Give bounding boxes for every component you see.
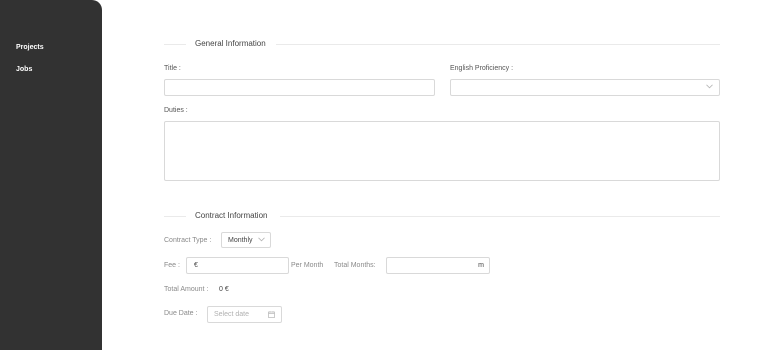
sidebar: Projects Jobs [0,0,102,350]
divider [276,44,720,45]
english-proficiency-select[interactable] [450,79,720,96]
contract-type-select[interactable]: Monthly [221,232,271,248]
total-months-input[interactable]: m [386,257,490,274]
title-label: Title : [164,65,181,72]
title-input[interactable] [164,79,435,96]
due-date-picker[interactable]: Select date [207,306,282,323]
chevron-down-icon [258,237,265,244]
sidebar-item-jobs[interactable]: Jobs [16,66,32,73]
per-month-label: Per Month [291,262,324,269]
fee-label: Fee : [164,262,180,269]
divider [164,216,186,217]
section-title: Contract Information [195,211,268,220]
duties-label: Duties : [164,107,188,114]
chevron-down-icon [706,84,713,91]
due-date-placeholder: Select date [214,311,250,318]
contract-information-header: Contract Information [164,211,720,221]
sidebar-item-projects[interactable]: Projects [16,44,44,51]
currency-symbol: € [194,262,198,269]
duties-textarea[interactable] [164,121,720,181]
divider [280,216,720,217]
total-amount-value: 0 € [219,286,229,293]
calendar-icon [268,311,275,320]
general-information-header: General Information [164,39,720,49]
months-unit: m [478,262,484,269]
contract-type-value: Monthly [228,237,253,244]
divider [164,44,186,45]
total-months-label: Total Months: [334,262,376,269]
total-amount-label: Total Amount : [164,286,209,293]
fee-input[interactable]: € [186,257,289,274]
section-title: General Information [195,39,266,48]
contract-type-label: Contract Type : [164,237,212,244]
english-proficiency-label: English Proficiency : [450,65,514,72]
due-date-label: Due Date : [164,310,198,317]
